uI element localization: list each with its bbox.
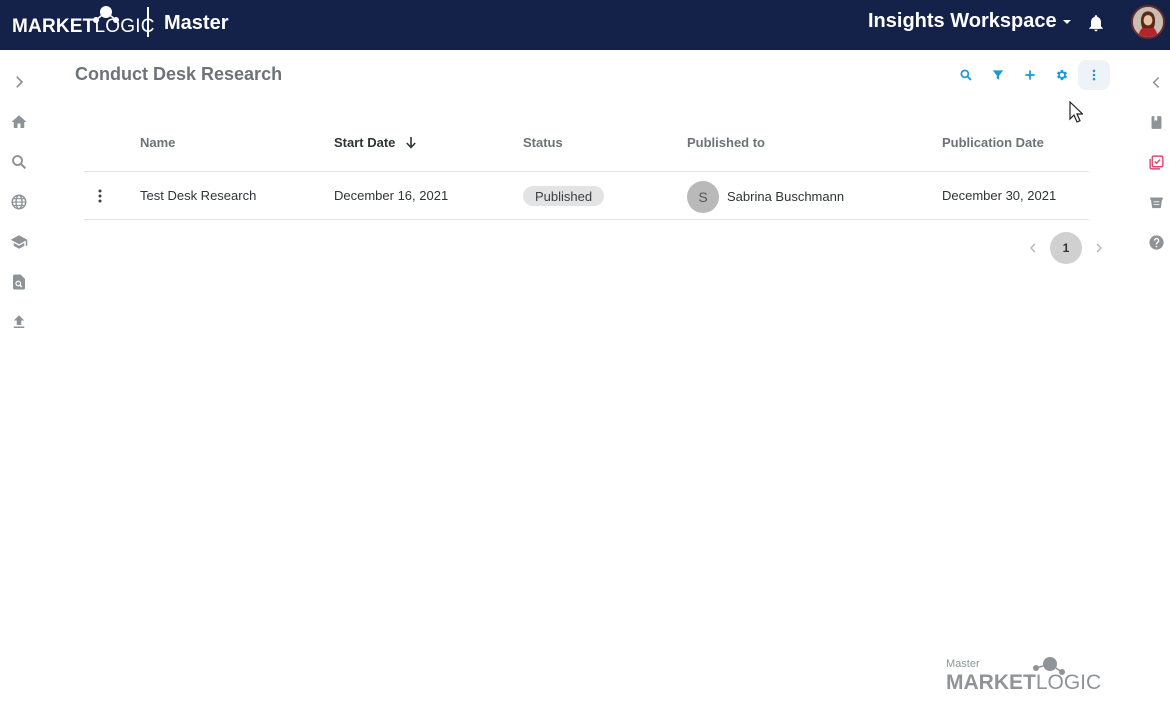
table-header: Name Start Date Status Published to Publ… bbox=[84, 122, 1089, 172]
published-to-avatar: S bbox=[687, 181, 719, 213]
cell-published-to: Sabrina Buschmann bbox=[727, 189, 845, 204]
footer-logo: Master MARKETLOGIC bbox=[946, 656, 1101, 696]
help-icon[interactable] bbox=[1146, 232, 1166, 252]
footer-master-label: Master bbox=[946, 658, 980, 670]
chevron-right-icon bbox=[1096, 243, 1103, 253]
table-row[interactable]: Test Desk Research December 16, 2021 Pub… bbox=[84, 172, 1089, 220]
workspace-label: Insights Workspace bbox=[868, 10, 1057, 32]
chevron-left-icon bbox=[1029, 243, 1036, 253]
caret-down-icon bbox=[1062, 19, 1071, 24]
expand-chevron-right-icon[interactable] bbox=[9, 72, 29, 92]
document-search-icon[interactable] bbox=[9, 272, 29, 292]
page-number-button[interactable]: 1 bbox=[1050, 232, 1082, 264]
cell-publication-date: December 30, 2021 bbox=[942, 188, 1057, 203]
next-page-button[interactable] bbox=[1088, 232, 1110, 264]
settings-button[interactable] bbox=[1046, 60, 1078, 90]
column-header-published-to[interactable]: Published to bbox=[687, 135, 765, 150]
graduation-cap-icon[interactable] bbox=[9, 232, 29, 252]
page-title: Conduct Desk Research bbox=[75, 64, 283, 84]
header-divider bbox=[147, 7, 149, 37]
column-header-publication-date[interactable]: Publication Date bbox=[942, 135, 1044, 150]
marketlogic-logo[interactable]: MARKETLOGIC bbox=[12, 4, 154, 44]
column-header-status[interactable]: Status bbox=[523, 135, 563, 150]
gear-icon bbox=[1056, 69, 1068, 81]
more-vertical-icon bbox=[1092, 69, 1096, 81]
pagination: 1 bbox=[1022, 232, 1110, 264]
top-navigation-bar: MARKETLOGIC Master Insights Workspace bbox=[0, 0, 1170, 50]
page-toolbar bbox=[950, 60, 1110, 90]
user-photo-icon bbox=[1133, 7, 1163, 37]
sort-descending-arrow-icon bbox=[406, 137, 416, 149]
footer-logo-dots-icon bbox=[1033, 657, 1065, 675]
upload-icon[interactable] bbox=[9, 312, 29, 332]
home-icon[interactable] bbox=[9, 112, 29, 132]
basket-icon[interactable] bbox=[1146, 192, 1166, 212]
notification-bell-icon[interactable] bbox=[1086, 12, 1106, 34]
row-more-vertical-icon bbox=[98, 189, 102, 203]
plus-icon bbox=[1025, 70, 1035, 80]
filter-button[interactable] bbox=[982, 60, 1014, 90]
mouse-cursor-icon bbox=[1069, 101, 1083, 123]
search-button[interactable] bbox=[950, 60, 982, 90]
app-name: Master bbox=[164, 12, 229, 34]
collapse-chevron-left-icon[interactable] bbox=[1146, 72, 1166, 92]
user-avatar[interactable] bbox=[1131, 5, 1165, 39]
footer-brand-strong: MARKET bbox=[946, 671, 1036, 694]
notebook-icon[interactable] bbox=[1146, 112, 1166, 132]
filter-icon bbox=[992, 70, 1004, 80]
status-badge: Published bbox=[523, 186, 605, 206]
search-icon bbox=[960, 69, 972, 81]
tasks-check-icon[interactable] bbox=[1146, 152, 1166, 172]
logo-text-light: LOGIC bbox=[94, 16, 155, 37]
cell-start-date: December 16, 2021 bbox=[334, 188, 449, 203]
cell-name[interactable]: Test Desk Research bbox=[140, 188, 256, 203]
globe-icon[interactable] bbox=[9, 192, 29, 212]
search-icon[interactable] bbox=[9, 152, 29, 172]
add-button[interactable] bbox=[1014, 60, 1046, 90]
column-header-start-date-label: Start Date bbox=[334, 135, 396, 150]
column-header-start-date[interactable]: Start Date bbox=[334, 135, 417, 150]
workspace-dropdown[interactable]: Insights Workspace bbox=[868, 10, 1071, 33]
right-sidebar bbox=[1140, 50, 1170, 710]
more-options-button[interactable] bbox=[1078, 60, 1110, 90]
left-sidebar bbox=[0, 50, 40, 710]
desk-research-table: Name Start Date Status Published to Publ… bbox=[84, 122, 1089, 220]
row-more-options-button[interactable] bbox=[92, 184, 108, 208]
logo-text-strong: MARKET bbox=[12, 16, 95, 37]
column-header-name[interactable]: Name bbox=[140, 135, 175, 150]
previous-page-button[interactable] bbox=[1022, 232, 1044, 264]
